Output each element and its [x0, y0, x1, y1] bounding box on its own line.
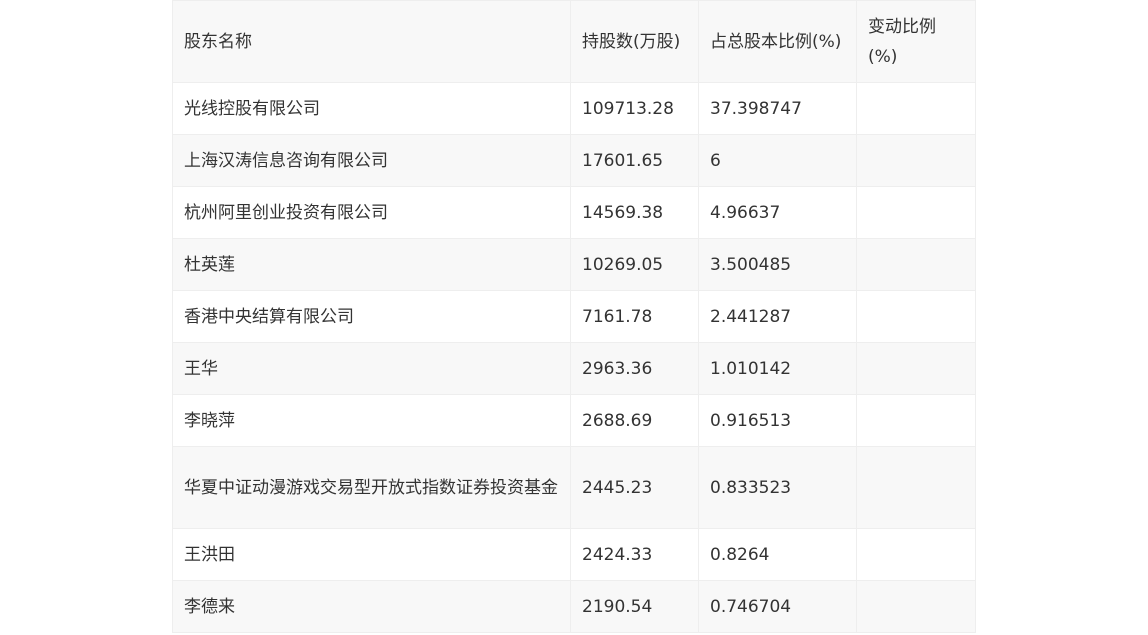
cell-shareholder-name: 王洪田 [172, 528, 571, 581]
cell-share-ratio: 6 [698, 134, 857, 187]
cell-change-ratio [856, 446, 976, 529]
header-shareholder-name: 股东名称 [172, 0, 571, 83]
cell-shareholder-name: 杭州阿里创业投资有限公司 [172, 186, 571, 239]
cell-change-ratio [856, 342, 976, 395]
table-row: 上海汉涛信息咨询有限公司 17601.65 6 [172, 134, 976, 187]
cell-shareholder-name: 李晓萍 [172, 394, 571, 447]
cell-shares-held: 7161.78 [570, 290, 699, 343]
cell-change-ratio [856, 186, 976, 239]
cell-shares-held: 17601.65 [570, 134, 699, 187]
cell-change-ratio [856, 134, 976, 187]
cell-shares-held: 2963.36 [570, 342, 699, 395]
cell-shareholder-name: 杜英莲 [172, 238, 571, 291]
cell-share-ratio: 0.833523 [698, 446, 857, 529]
cell-share-ratio: 4.96637 [698, 186, 857, 239]
cell-shares-held: 2424.33 [570, 528, 699, 581]
table-header-row: 股东名称 持股数(万股) 占总股本比例(%) 变动比例(%) [172, 0, 976, 83]
cell-change-ratio [856, 528, 976, 581]
cell-shares-held: 2445.23 [570, 446, 699, 529]
table-row: 王洪田 2424.33 0.8264 [172, 528, 976, 581]
table-row: 华夏中证动漫游戏交易型开放式指数证券投资基金 2445.23 0.833523 [172, 446, 976, 529]
cell-change-ratio [856, 580, 976, 633]
header-share-ratio: 占总股本比例(%) [698, 0, 857, 83]
cell-change-ratio [856, 290, 976, 343]
cell-share-ratio: 37.398747 [698, 82, 857, 135]
table-row: 杜英莲 10269.05 3.500485 [172, 238, 976, 291]
cell-shareholder-name: 华夏中证动漫游戏交易型开放式指数证券投资基金 [172, 446, 571, 529]
cell-share-ratio: 0.8264 [698, 528, 857, 581]
cell-change-ratio [856, 394, 976, 447]
cell-shares-held: 10269.05 [570, 238, 699, 291]
cell-shares-held: 14569.38 [570, 186, 699, 239]
table-row: 杭州阿里创业投资有限公司 14569.38 4.96637 [172, 186, 976, 239]
header-shares-held: 持股数(万股) [570, 0, 699, 83]
table-row: 李德来 2190.54 0.746704 [172, 580, 976, 633]
cell-change-ratio [856, 238, 976, 291]
table-row: 香港中央结算有限公司 7161.78 2.441287 [172, 290, 976, 343]
cell-change-ratio [856, 82, 976, 135]
cell-shareholder-name: 王华 [172, 342, 571, 395]
shareholder-table: 股东名称 持股数(万股) 占总股本比例(%) 变动比例(%) 光线控股有限公司 … [172, 0, 976, 633]
table-row: 李晓萍 2688.69 0.916513 [172, 394, 976, 447]
cell-shares-held: 109713.28 [570, 82, 699, 135]
cell-share-ratio: 0.746704 [698, 580, 857, 633]
cell-shareholder-name: 香港中央结算有限公司 [172, 290, 571, 343]
table-row: 光线控股有限公司 109713.28 37.398747 [172, 82, 976, 135]
table-row: 王华 2963.36 1.010142 [172, 342, 976, 395]
cell-shareholder-name: 光线控股有限公司 [172, 82, 571, 135]
cell-shares-held: 2688.69 [570, 394, 699, 447]
cell-share-ratio: 2.441287 [698, 290, 857, 343]
cell-shareholder-name: 上海汉涛信息咨询有限公司 [172, 134, 571, 187]
cell-share-ratio: 3.500485 [698, 238, 857, 291]
cell-shares-held: 2190.54 [570, 580, 699, 633]
cell-share-ratio: 1.010142 [698, 342, 857, 395]
cell-shareholder-name: 李德来 [172, 580, 571, 633]
shareholder-table-container: 股东名称 持股数(万股) 占总股本比例(%) 变动比例(%) 光线控股有限公司 … [172, 0, 976, 633]
header-change-ratio: 变动比例(%) [856, 0, 976, 83]
cell-share-ratio: 0.916513 [698, 394, 857, 447]
